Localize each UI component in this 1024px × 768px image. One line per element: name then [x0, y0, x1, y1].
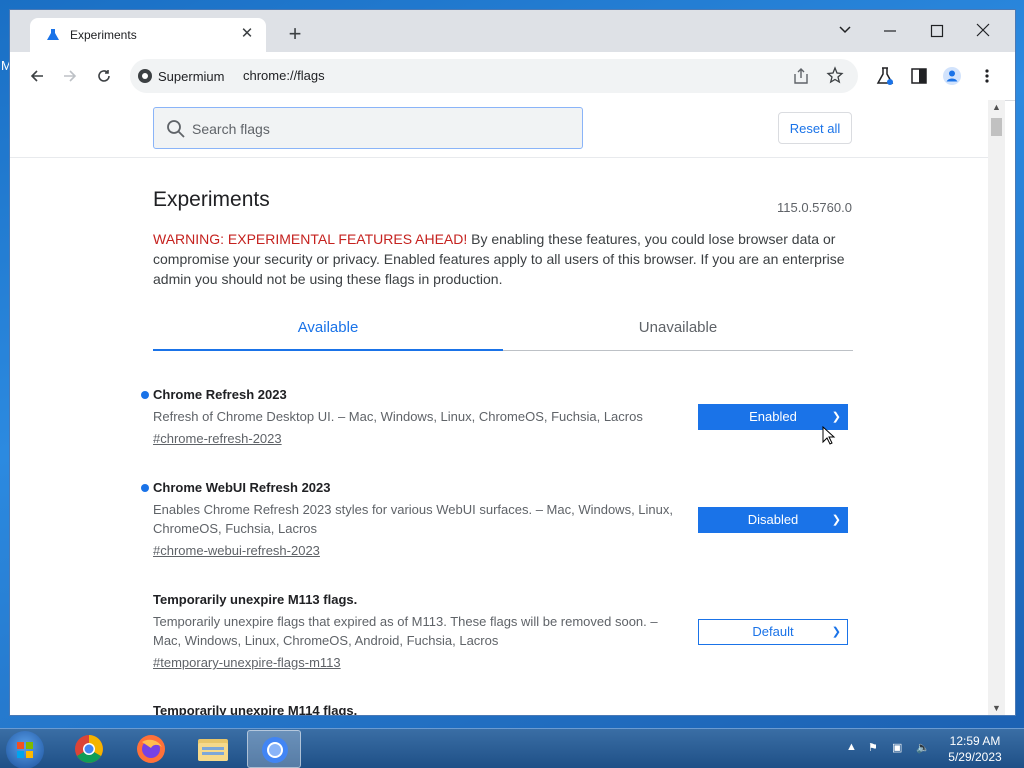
new-tab-button[interactable]: +	[282, 22, 308, 48]
folder-icon	[198, 739, 228, 761]
scroll-down-icon[interactable]: ▼	[992, 703, 1001, 713]
scrollbar[interactable]: ▲ ▼	[988, 100, 1005, 715]
close-icon	[976, 23, 990, 37]
flag-link[interactable]: #chrome-refresh-2023	[153, 429, 282, 448]
back-button[interactable]	[23, 62, 51, 90]
taskbar: ▲ ⚑ ▣ 🔈 12:59 AM 5/29/2023	[0, 728, 1024, 768]
version-label: 115.0.5760.0	[777, 200, 852, 215]
flag-name: Temporarily unexpire M113 flags.	[153, 592, 358, 607]
title-bar: Experiments ✕ +	[10, 10, 1015, 52]
firefox-icon	[137, 735, 165, 763]
clock-time: 12:59 AM	[949, 734, 1001, 748]
flag-select[interactable]: Disabled ❯	[698, 507, 848, 533]
flag-link[interactable]: #temporary-unexpire-flags-m113	[153, 653, 341, 672]
forward-arrow-icon	[64, 70, 77, 82]
minimize-button[interactable]	[870, 16, 910, 44]
modified-dot	[141, 484, 149, 492]
start-button[interactable]	[6, 731, 44, 768]
flag-description: Temporarily unexpire flags that expired …	[153, 614, 658, 648]
tab-search-button[interactable]	[825, 16, 865, 44]
flag-description: Refresh of Chrome Desktop UI. – Mac, Win…	[153, 409, 643, 424]
tab-available[interactable]: Available	[153, 310, 503, 351]
flag-item: Temporarily unexpire M114 flags.	[153, 702, 853, 715]
firefox-taskbar-button[interactable]	[124, 730, 178, 768]
search-box[interactable]	[153, 107, 583, 149]
maximize-icon	[930, 24, 944, 38]
volume-muted-icon[interactable]: 🔈	[916, 741, 930, 754]
flag-item: Chrome WebUI Refresh 2023 Enables Chrome…	[141, 479, 853, 560]
side-panel-icon[interactable]	[907, 64, 931, 88]
toolbar: Supermium chrome://flags	[10, 52, 1015, 101]
chevron-down-icon	[839, 26, 851, 34]
supermium-taskbar-button[interactable]	[247, 730, 301, 768]
flag-select-value: Disabled	[747, 512, 799, 527]
chrome-icon	[75, 735, 103, 763]
flag-item: Chrome Refresh 2023 Refresh of Chrome De…	[141, 386, 853, 448]
flag-name: Temporarily unexpire M114 flags.	[153, 703, 358, 715]
reload-button[interactable]	[90, 62, 118, 90]
minimize-icon	[884, 30, 896, 32]
tab-unavailable[interactable]: Unavailable	[503, 310, 853, 350]
flag-tabs: Available Unavailable	[153, 310, 853, 351]
chevron-down-icon: ❯	[831, 514, 841, 526]
modified-dot	[141, 391, 149, 399]
page-title: Experiments	[153, 188, 270, 211]
network-icon[interactable]: ▣	[892, 741, 902, 754]
chrome-taskbar-button[interactable]	[62, 730, 116, 768]
system-clock[interactable]: 12:59 AM 5/29/2023	[940, 733, 1010, 765]
clock-date: 5/29/2023	[948, 750, 1002, 764]
flag-link[interactable]: #chrome-webui-refresh-2023	[153, 541, 320, 560]
flask-icon	[47, 29, 59, 40]
scrollbar-thumb[interactable]	[991, 118, 1002, 136]
scroll-up-icon[interactable]: ▲	[992, 102, 1001, 112]
forward-button[interactable]	[56, 62, 84, 90]
close-tab-icon[interactable]: ✕	[238, 25, 256, 43]
flag-select-value: Default	[752, 624, 794, 639]
flag-select[interactable]: Default ❯	[698, 619, 848, 645]
explorer-taskbar-button[interactable]	[186, 730, 240, 768]
tab-title: Experiments	[70, 28, 137, 42]
back-arrow-icon	[30, 70, 43, 82]
flag-select-value: Enabled	[749, 409, 797, 424]
maximize-button[interactable]	[917, 16, 957, 44]
url-text[interactable]: chrome://flags	[243, 68, 325, 83]
search-input[interactable]	[190, 116, 574, 142]
warning-prefix: WARNING: EXPERIMENTAL FEATURES AHEAD!	[153, 231, 468, 247]
browser-window: Experiments ✕ + Supermium chrome://flags…	[10, 10, 1015, 715]
flag-description: Enables Chrome Refresh 2023 styles for v…	[153, 502, 673, 536]
site-info-chip[interactable]: Supermium	[138, 64, 224, 88]
supermium-logo-icon	[138, 69, 152, 83]
site-chip-label: Supermium	[158, 68, 225, 84]
supermium-icon	[262, 737, 288, 763]
reset-all-button[interactable]: Reset all	[778, 112, 852, 144]
labs-flask-icon[interactable]	[873, 64, 897, 88]
share-icon[interactable]	[790, 65, 812, 87]
mouse-cursor-icon	[822, 426, 836, 445]
flag-name: Chrome Refresh 2023	[153, 387, 287, 402]
action-center-flag-icon[interactable]: ⚑	[868, 741, 878, 754]
flags-header: Reset all	[10, 100, 988, 158]
flag-name: Chrome WebUI Refresh 2023	[153, 480, 331, 495]
flags-page: Reset all Experiments 115.0.5760.0 WARNI…	[10, 100, 988, 715]
warning-message: WARNING: EXPERIMENTAL FEATURES AHEAD! By…	[153, 229, 853, 289]
more-menu-icon[interactable]	[975, 64, 999, 88]
address-bar[interactable]: Supermium chrome://flags	[130, 59, 858, 93]
bookmark-star-icon[interactable]	[824, 65, 846, 87]
tab-experiments[interactable]: Experiments ✕	[30, 18, 266, 52]
profile-avatar-icon[interactable]	[940, 64, 964, 88]
flag-item: Temporarily unexpire M113 flags. Tempora…	[153, 591, 853, 672]
show-hidden-icons-icon[interactable]: ▲	[846, 741, 857, 753]
chevron-down-icon: ❯	[831, 626, 841, 638]
windows-logo-icon	[17, 742, 33, 758]
reload-icon	[98, 70, 110, 82]
close-window-button[interactable]	[963, 16, 1003, 44]
search-icon	[167, 120, 185, 138]
